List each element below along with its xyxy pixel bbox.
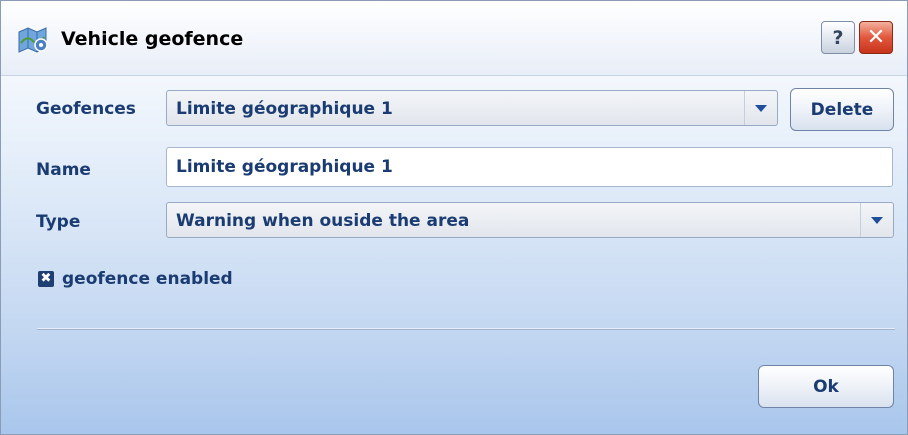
ok-button[interactable]: Ok bbox=[758, 365, 894, 408]
title-bar[interactable]: Vehicle geofence ? ✕ bbox=[1, 1, 907, 76]
geofence-enabled-label[interactable]: geofence enabled bbox=[62, 269, 233, 289]
close-icon: ✕ bbox=[866, 25, 886, 50]
type-select[interactable]: Warning when ouside the area bbox=[166, 202, 894, 238]
chevron-down-icon bbox=[755, 104, 767, 112]
help-button[interactable]: ? bbox=[821, 21, 855, 54]
close-button[interactable]: ✕ bbox=[859, 21, 893, 54]
name-field[interactable] bbox=[166, 147, 893, 187]
map-app-icon bbox=[18, 27, 48, 53]
geofence-dialog: Vehicle geofence ? ✕ Geofences Limite gé… bbox=[0, 0, 908, 435]
geofences-label: Geofences bbox=[36, 99, 136, 119]
geofence-enabled-checkbox[interactable]: ✖ bbox=[38, 271, 54, 287]
geofences-selected-value: Limite géographique 1 bbox=[176, 99, 393, 119]
chevron-down-icon bbox=[871, 216, 883, 224]
checkmark-x-icon: ✖ bbox=[40, 271, 52, 286]
window-title: Vehicle geofence bbox=[61, 28, 244, 50]
delete-button[interactable]: Delete bbox=[790, 88, 894, 131]
type-label: Type bbox=[36, 212, 81, 232]
dropdown-arrow-button[interactable] bbox=[744, 91, 777, 125]
type-selected-value: Warning when ouside the area bbox=[176, 211, 470, 231]
name-label: Name bbox=[36, 160, 91, 180]
dropdown-arrow-button[interactable] bbox=[860, 203, 893, 237]
geofences-select[interactable]: Limite géographique 1 bbox=[166, 90, 778, 126]
separator-line bbox=[37, 328, 895, 330]
